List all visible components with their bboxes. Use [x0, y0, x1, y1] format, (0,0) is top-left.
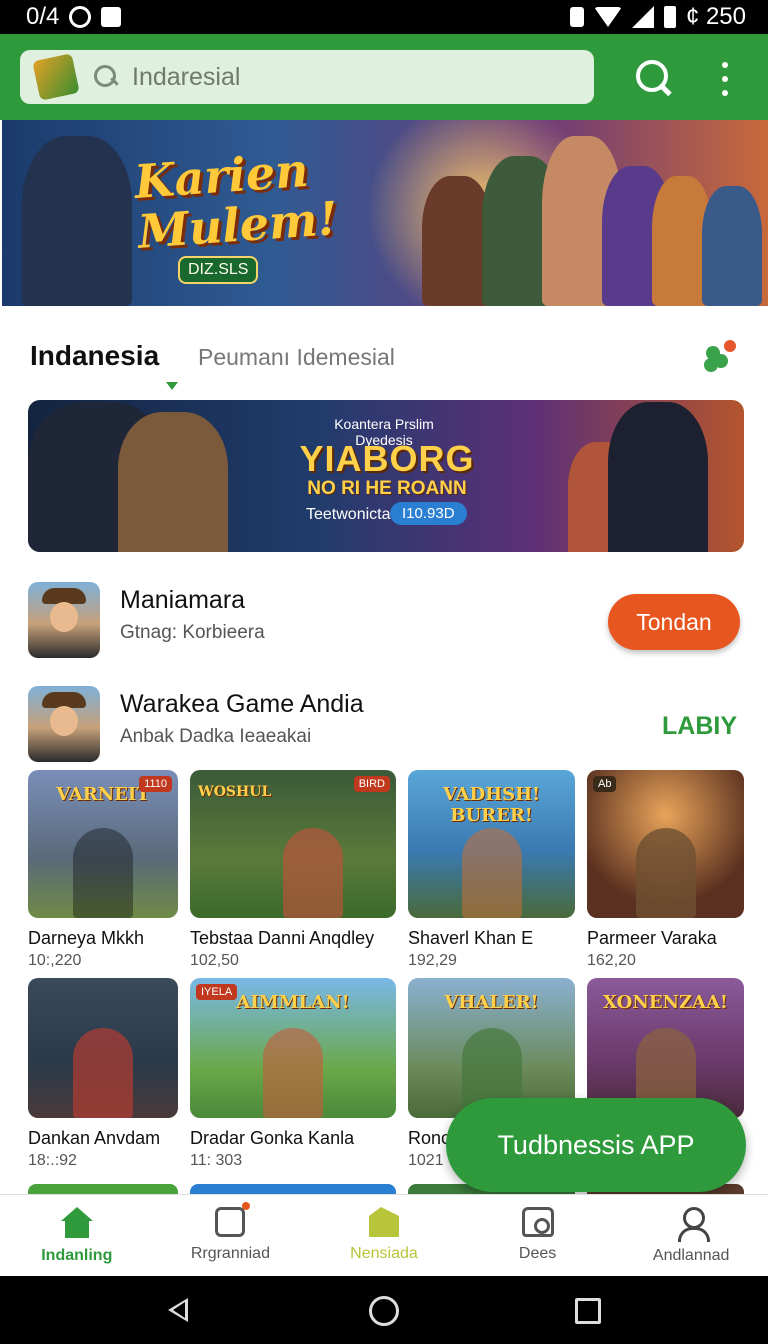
app-row[interactable]: Maniamara Gtnag: Korbieera Tondan: [28, 582, 744, 662]
tab-indanesia[interactable]: Indanesia: [30, 340, 159, 372]
bottom-nav: Indanling Rrgranniad Nensiada Dees Andla…: [0, 1194, 768, 1276]
nav-item-account[interactable]: Andlannad: [614, 1195, 768, 1276]
search-input[interactable]: Indaresial: [132, 63, 240, 92]
game-card-peek: [28, 1184, 178, 1194]
game-thumbnail: VARNEIT 1110: [28, 770, 178, 918]
game-count: 18:.:92: [28, 1152, 77, 1169]
hero-character: [22, 136, 132, 306]
nav-item-devices[interactable]: Dees: [461, 1195, 615, 1276]
game-name: Tebstaa Danni Anqdley: [190, 928, 375, 948]
game-card-peek: [190, 1184, 396, 1194]
library-icon: [215, 1202, 251, 1237]
game-thumbnail: [28, 978, 178, 1118]
search-icon: [94, 65, 118, 89]
status-time: 0/4: [26, 3, 60, 30]
section-subtitle: Anbak Dadka Ieaeakai: [120, 726, 312, 747]
section-tabs: Indanesia Peumanı Idemesial: [30, 336, 740, 390]
promo-character: [608, 402, 708, 552]
device-icon: [521, 1207, 554, 1237]
game-thumbnail: VHALER!: [408, 978, 575, 1118]
nav-label: Rrgranniad: [190, 1245, 270, 1262]
promo-title: YIABORG: [299, 438, 475, 479]
game-count: 192,29: [408, 952, 457, 969]
game-name: Shaverl Khan E: [408, 928, 534, 948]
hero-banner[interactable]: Karien Mulem! DIZ.SLS: [2, 120, 768, 306]
game-count: 102,50: [190, 952, 239, 969]
hero-character: [702, 186, 762, 306]
wifi-icon: [593, 7, 622, 27]
home-icon: [60, 1207, 94, 1239]
game-card[interactable]: AIMMLAN! IYELA Dradar Gonka Kanla 11: 303: [190, 978, 396, 1170]
game-thumbnail: Ab: [587, 770, 744, 918]
game-card[interactable]: Ab Parmeer Varaka 162,20: [587, 770, 744, 970]
signal-icon: [631, 6, 654, 28]
game-thumbnail: AIMMLAN! IYELA: [190, 978, 396, 1118]
nav-label: Indanling: [41, 1247, 113, 1264]
promo-chip: I10.93D: [390, 502, 467, 525]
game-count: 10:,220: [28, 952, 82, 969]
notification-icon: [101, 7, 122, 27]
game-name: Parmeer Varaka: [587, 928, 717, 948]
section-header-row[interactable]: Warakea Game Andia Anbak Dadka Ieaeakai …: [28, 686, 744, 766]
status-bar: 0/4 ¢ 250: [0, 0, 768, 34]
game-count: 11: 303: [190, 1152, 243, 1169]
system-nav-bar: [0, 1276, 768, 1344]
section-avatar: [28, 686, 100, 762]
status-left: 0/4: [26, 3, 122, 31]
nav-item-tag[interactable]: Nensiada: [307, 1195, 461, 1276]
home-circle-icon[interactable]: [369, 1296, 399, 1326]
account-icon: [676, 1207, 711, 1242]
nav-label: Dees: [518, 1245, 557, 1262]
install-button[interactable]: Tondan: [608, 594, 740, 650]
section-more-link[interactable]: LABIY: [662, 712, 737, 741]
more-vert-icon[interactable]: [718, 62, 732, 96]
nav-item-library[interactable]: Rrgranniad: [154, 1195, 308, 1276]
hero-title-line2: Mulem!: [136, 191, 340, 259]
game-card[interactable]: XONENZAA!: [587, 978, 744, 1118]
game-card[interactable]: WOSHUL BIRD Tebstaa Danni Anqdley 102,50: [190, 770, 396, 970]
hero-tag: DIZ.SLS: [178, 256, 259, 284]
game-card[interactable]: VADHSH! BURER! Shaverl Khan E 192,29: [408, 770, 575, 970]
tag-icon: [368, 1207, 399, 1237]
app-row-subtitle: Gtnag: Korbieera: [120, 622, 265, 643]
search-bar[interactable]: Indaresial: [20, 50, 594, 104]
install-app-fab[interactable]: Tudbnessis APP: [446, 1098, 746, 1192]
promo-banner[interactable]: Koantera Prslim Dyedesis YIABORG NO RI H…: [28, 400, 744, 552]
game-name: Dankan Anvdam: [28, 1128, 161, 1148]
tab-peumani[interactable]: Peumanı Idemesial: [198, 344, 395, 371]
game-thumbnail: WOSHUL BIRD: [190, 770, 396, 918]
nav-item-home[interactable]: Indanling: [0, 1195, 154, 1276]
promo-line2: NO RI HE ROANN: [307, 478, 467, 499]
game-card[interactable]: Dankan Anvdam 18:.:92: [28, 978, 178, 1170]
promo-label: Teetwonicta: [306, 506, 391, 523]
game-count: 162,20: [587, 952, 636, 969]
sync-icon: [69, 6, 92, 28]
nav-label: Andlannad: [652, 1247, 730, 1264]
game-thumbnail: VADHSH! BURER!: [408, 770, 575, 918]
game-thumbnail: XONENZAA!: [587, 978, 744, 1118]
bluetooth-icon: [569, 7, 584, 27]
tab-indicator: [166, 382, 178, 390]
app-logo-icon: [32, 53, 80, 101]
recents-icon[interactable]: [575, 1298, 601, 1324]
hero-title: Karien Mulem!: [133, 143, 340, 259]
clover-icon[interactable]: [702, 338, 738, 372]
status-right-text: ¢ 250: [685, 3, 746, 30]
header-search-icon[interactable]: [634, 58, 674, 98]
game-name: Dradar Gonka Kanla: [190, 1128, 355, 1148]
game-name: Darneya Mkkh: [28, 928, 145, 948]
promo-character: [118, 412, 228, 552]
status-right: ¢ 250: [569, 3, 746, 31]
battery-icon: [663, 6, 676, 28]
back-icon[interactable]: [168, 1298, 188, 1322]
nav-label: Nensiada: [350, 1245, 418, 1262]
game-card[interactable]: VARNEIT 1110 Darneya Mkkh 10:,220: [28, 770, 178, 970]
section-title: Warakea Game Andia: [120, 690, 364, 718]
app-header: Indaresial: [0, 34, 768, 120]
app-row-title: Maniamara: [120, 586, 246, 614]
app-avatar: [28, 582, 100, 658]
